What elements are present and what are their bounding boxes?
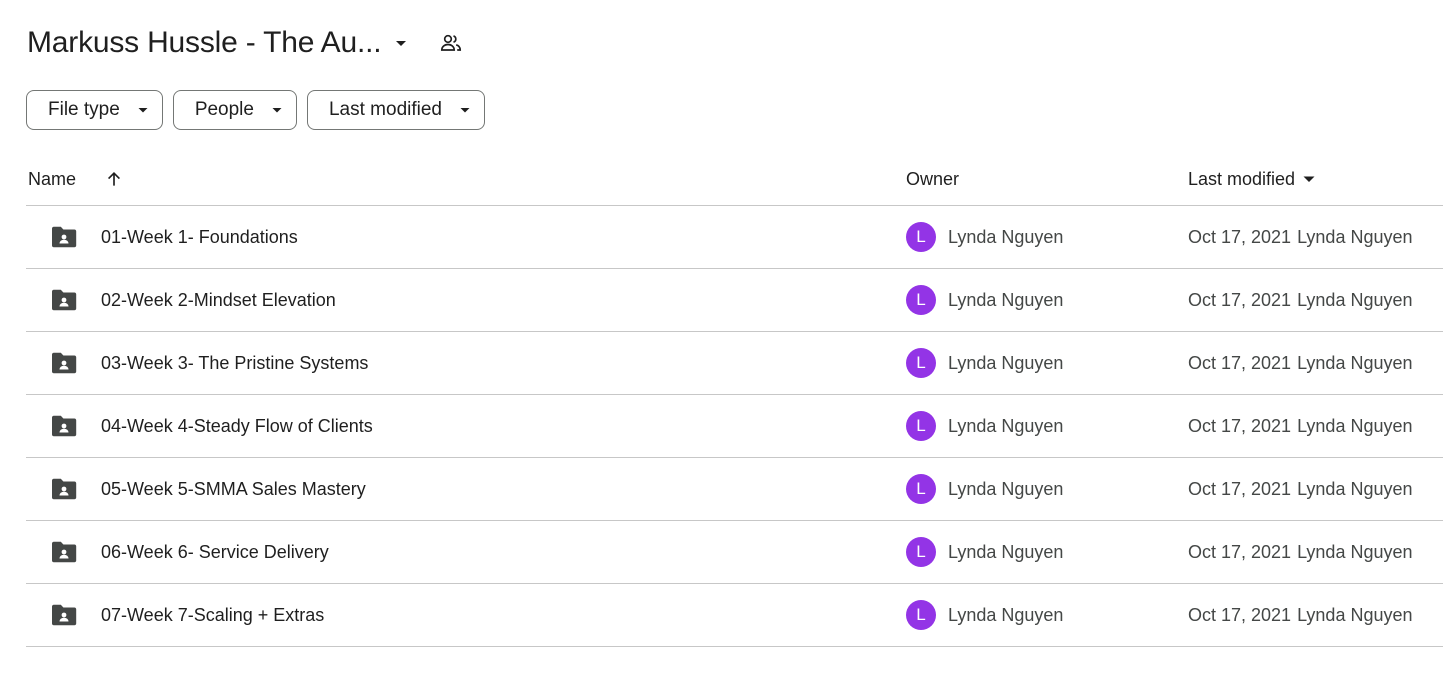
owner-cell: L Lynda Nguyen — [906, 411, 1188, 441]
modified-by: Lynda Nguyen — [1297, 352, 1413, 373]
header: Markuss Hussle - The Au... — [27, 20, 463, 66]
arrow-drop-down-icon — [389, 31, 413, 55]
chip-label: File type — [48, 99, 120, 120]
table-row[interactable]: 05-Week 5-SMMA Sales Mastery L Lynda Ngu… — [26, 458, 1443, 521]
last-modified-cell: Oct 17, 2021 Lynda Nguyen — [1188, 542, 1413, 563]
avatar: L — [906, 348, 936, 378]
file-name: 02-Week 2-Mindset Elevation — [101, 289, 336, 310]
shared-folder-icon — [50, 225, 78, 249]
arrow-drop-down-icon — [458, 103, 472, 117]
modified-date: Oct 17, 2021 — [1188, 289, 1292, 310]
table-row[interactable]: 02-Week 2-Mindset Elevation L Lynda Nguy… — [26, 269, 1443, 332]
shared-folder-icon — [50, 540, 78, 564]
file-name: 05-Week 5-SMMA Sales Mastery — [101, 478, 366, 499]
owner-column-header[interactable]: Owner — [906, 169, 1188, 190]
avatar: L — [906, 537, 936, 567]
shared-folder-icon — [50, 477, 78, 501]
arrow-upward-icon[interactable] — [102, 167, 126, 191]
arrow-drop-down-icon — [270, 103, 284, 117]
owner-header-label: Owner — [906, 168, 960, 189]
filter-bar: File type People Last modified — [26, 90, 485, 130]
file-name: 06-Week 6- Service Delivery — [101, 541, 329, 562]
name-cell: 01-Week 1- Foundations — [26, 225, 906, 249]
last-modified-cell: Oct 17, 2021 Lynda Nguyen — [1188, 353, 1413, 374]
owner-name: Lynda Nguyen — [948, 604, 1064, 625]
table-row[interactable]: 06-Week 6- Service Delivery L Lynda Nguy… — [26, 521, 1443, 584]
last-modified-cell: Oct 17, 2021 Lynda Nguyen — [1188, 227, 1413, 248]
shared-folder-icon — [50, 351, 78, 375]
last-modified-header-label: Last modified — [1188, 168, 1296, 189]
name-column-header: Name — [26, 167, 906, 191]
owner-name: Lynda Nguyen — [948, 541, 1064, 562]
modified-by: Lynda Nguyen — [1297, 541, 1413, 562]
name-cell: 04-Week 4-Steady Flow of Clients — [26, 414, 906, 438]
owner-cell: L Lynda Nguyen — [906, 222, 1188, 252]
owner-name: Lynda Nguyen — [948, 478, 1064, 499]
owner-cell: L Lynda Nguyen — [906, 537, 1188, 567]
modified-by: Lynda Nguyen — [1297, 604, 1413, 625]
owner-name: Lynda Nguyen — [948, 226, 1064, 247]
modified-date: Oct 17, 2021 — [1188, 352, 1292, 373]
modified-by: Lynda Nguyen — [1297, 289, 1413, 310]
modified-by: Lynda Nguyen — [1297, 415, 1413, 436]
file-table: Name Owner Last modified 01-Week 1- Foun… — [26, 153, 1443, 647]
owner-cell: L Lynda Nguyen — [906, 285, 1188, 315]
modified-date: Oct 17, 2021 — [1188, 541, 1292, 562]
owner-cell: L Lynda Nguyen — [906, 600, 1188, 630]
modified-date: Oct 17, 2021 — [1188, 478, 1292, 499]
name-cell: 06-Week 6- Service Delivery — [26, 540, 906, 564]
modified-by: Lynda Nguyen — [1297, 478, 1413, 499]
name-cell: 03-Week 3- The Pristine Systems — [26, 351, 906, 375]
name-cell: 05-Week 5-SMMA Sales Mastery — [26, 477, 906, 501]
table-row[interactable]: 07-Week 7-Scaling + Extras L Lynda Nguye… — [26, 584, 1443, 647]
last-modified-cell: Oct 17, 2021 Lynda Nguyen — [1188, 416, 1413, 437]
file-name: 04-Week 4-Steady Flow of Clients — [101, 415, 373, 436]
owner-name: Lynda Nguyen — [948, 352, 1064, 373]
avatar: L — [906, 411, 936, 441]
chip-label: People — [194, 99, 254, 120]
name-header-label[interactable]: Name — [28, 169, 76, 190]
owner-cell: L Lynda Nguyen — [906, 474, 1188, 504]
people-icon[interactable] — [439, 31, 463, 55]
arrow-drop-down-icon — [136, 103, 150, 117]
table-row[interactable]: 04-Week 4-Steady Flow of Clients L Lynda… — [26, 395, 1443, 458]
last-modified-cell: Oct 17, 2021 Lynda Nguyen — [1188, 605, 1413, 626]
file-type-filter[interactable]: File type — [26, 90, 163, 130]
modified-date: Oct 17, 2021 — [1188, 415, 1292, 436]
people-filter[interactable]: People — [172, 90, 297, 130]
table-body: 01-Week 1- Foundations L Lynda Nguyen Oc… — [26, 206, 1443, 647]
file-name: 07-Week 7-Scaling + Extras — [101, 604, 325, 625]
drive-folder-page: Markuss Hussle - The Au... File type Peo… — [0, 0, 1443, 689]
avatar: L — [906, 285, 936, 315]
table-header: Name Owner Last modified — [26, 153, 1443, 206]
avatar: L — [906, 474, 936, 504]
avatar: L — [906, 600, 936, 630]
avatar: L — [906, 222, 936, 252]
modified-by: Lynda Nguyen — [1297, 226, 1413, 247]
modified-date: Oct 17, 2021 — [1188, 226, 1292, 247]
folder-title-button[interactable]: Markuss Hussle - The Au... — [27, 26, 413, 60]
shared-folder-icon — [50, 414, 78, 438]
chip-label: Last modified — [328, 99, 442, 120]
name-cell: 07-Week 7-Scaling + Extras — [26, 603, 906, 627]
last-modified-cell: Oct 17, 2021 Lynda Nguyen — [1188, 479, 1413, 500]
file-name: 03-Week 3- The Pristine Systems — [101, 352, 369, 373]
modified-date: Oct 17, 2021 — [1188, 604, 1292, 625]
shared-folder-icon — [50, 288, 78, 312]
arrow-drop-down-icon — [1301, 171, 1317, 187]
table-row[interactable]: 03-Week 3- The Pristine Systems L Lynda … — [26, 332, 1443, 395]
name-cell: 02-Week 2-Mindset Elevation — [26, 288, 906, 312]
last-modified-column-header[interactable]: Last modified — [1188, 169, 1317, 190]
owner-cell: L Lynda Nguyen — [906, 348, 1188, 378]
table-row[interactable]: 01-Week 1- Foundations L Lynda Nguyen Oc… — [26, 206, 1443, 269]
owner-name: Lynda Nguyen — [948, 415, 1064, 436]
last-modified-filter[interactable]: Last modified — [306, 90, 485, 130]
shared-folder-icon — [50, 603, 78, 627]
file-name: 01-Week 1- Foundations — [101, 226, 298, 247]
last-modified-cell: Oct 17, 2021 Lynda Nguyen — [1188, 290, 1413, 311]
folder-title: Markuss Hussle - The Au... — [27, 26, 382, 59]
owner-name: Lynda Nguyen — [948, 289, 1064, 310]
